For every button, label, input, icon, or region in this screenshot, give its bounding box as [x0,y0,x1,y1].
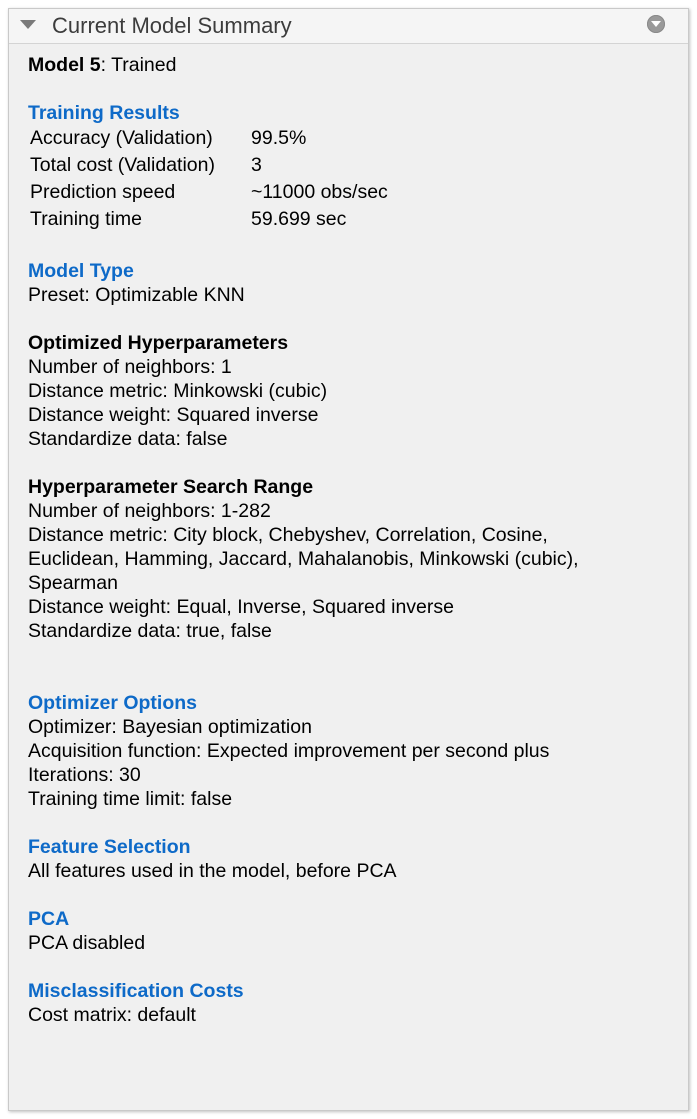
pca-title: PCA [28,908,70,930]
model-status-line: Model 5: Trained [28,53,678,77]
hyperparameter-line: Number of neighbors: 1 [28,356,232,378]
feature-selection-title: Feature Selection [28,836,191,858]
misclassification-costs-title: Misclassification Costs [28,980,244,1002]
optimizer-options-title: Optimizer Options [28,692,198,714]
panel-menu-icon[interactable] [647,15,665,33]
search-range-title: Hyperparameter Search Range [28,476,314,498]
hyperparameter-line: Distance metric: Minkowski (cubic) [28,380,328,402]
training-results-table: Accuracy (Validation) 99.5% Total cost (… [30,125,388,233]
result-label: Accuracy (Validation) [30,127,213,149]
result-value: 99.5% [251,127,307,149]
table-row: Accuracy (Validation) 99.5% [30,125,388,152]
model-name: Model 5 [28,54,101,76]
optimizer-option-line: Iterations: 30 [28,764,141,786]
caret-down-icon[interactable] [20,20,36,29]
model-type-title: Model Type [28,260,134,282]
feature-selection-text: All features used in the model, before P… [28,860,397,882]
optimizer-option-line: Training time limit: false [28,788,233,810]
result-value: 3 [251,154,262,176]
model-status: : Trained [100,54,177,76]
current-model-summary-panel: Current Model Summary Model 5: Trained T… [8,8,689,1111]
search-range-line: Distance weight: Equal, Inverse, Squared… [28,596,454,618]
optimizer-option-line: Acquisition function: Expected improveme… [28,740,550,762]
optimizer-option-line: Optimizer: Bayesian optimization [28,716,312,738]
panel-header[interactable]: Current Model Summary [9,9,688,44]
search-range-line: Standardize data: true, false [28,620,272,642]
summary-content: Model 5: Trained Training Results Accura… [28,53,678,1027]
optimized-hyperparameters-title: Optimized Hyperparameters [28,332,289,354]
table-row: Total cost (Validation) 3 [30,152,388,179]
result-value: ~11000 obs/sec [251,181,388,203]
result-value: 59.699 sec [251,208,347,230]
misclassification-costs-text: Cost matrix: default [28,1004,196,1026]
model-type-preset: Preset: Optimizable KNN [28,284,245,306]
search-range-line: Number of neighbors: 1-282 [28,500,271,522]
training-results-title: Training Results [28,102,180,124]
hyperparameter-line: Standardize data: false [28,428,228,450]
table-row: Prediction speed ~11000 obs/sec [30,179,388,206]
pca-text: PCA disabled [28,932,146,954]
result-label: Total cost (Validation) [30,154,215,176]
result-label: Training time [30,208,142,230]
panel-title: Current Model Summary [52,13,292,38]
hyperparameter-line: Distance weight: Squared inverse [28,404,319,426]
search-range-line: Distance metric: City block, Chebyshev, … [28,524,579,594]
result-label: Prediction speed [30,181,176,203]
table-row: Training time 59.699 sec [30,206,388,233]
